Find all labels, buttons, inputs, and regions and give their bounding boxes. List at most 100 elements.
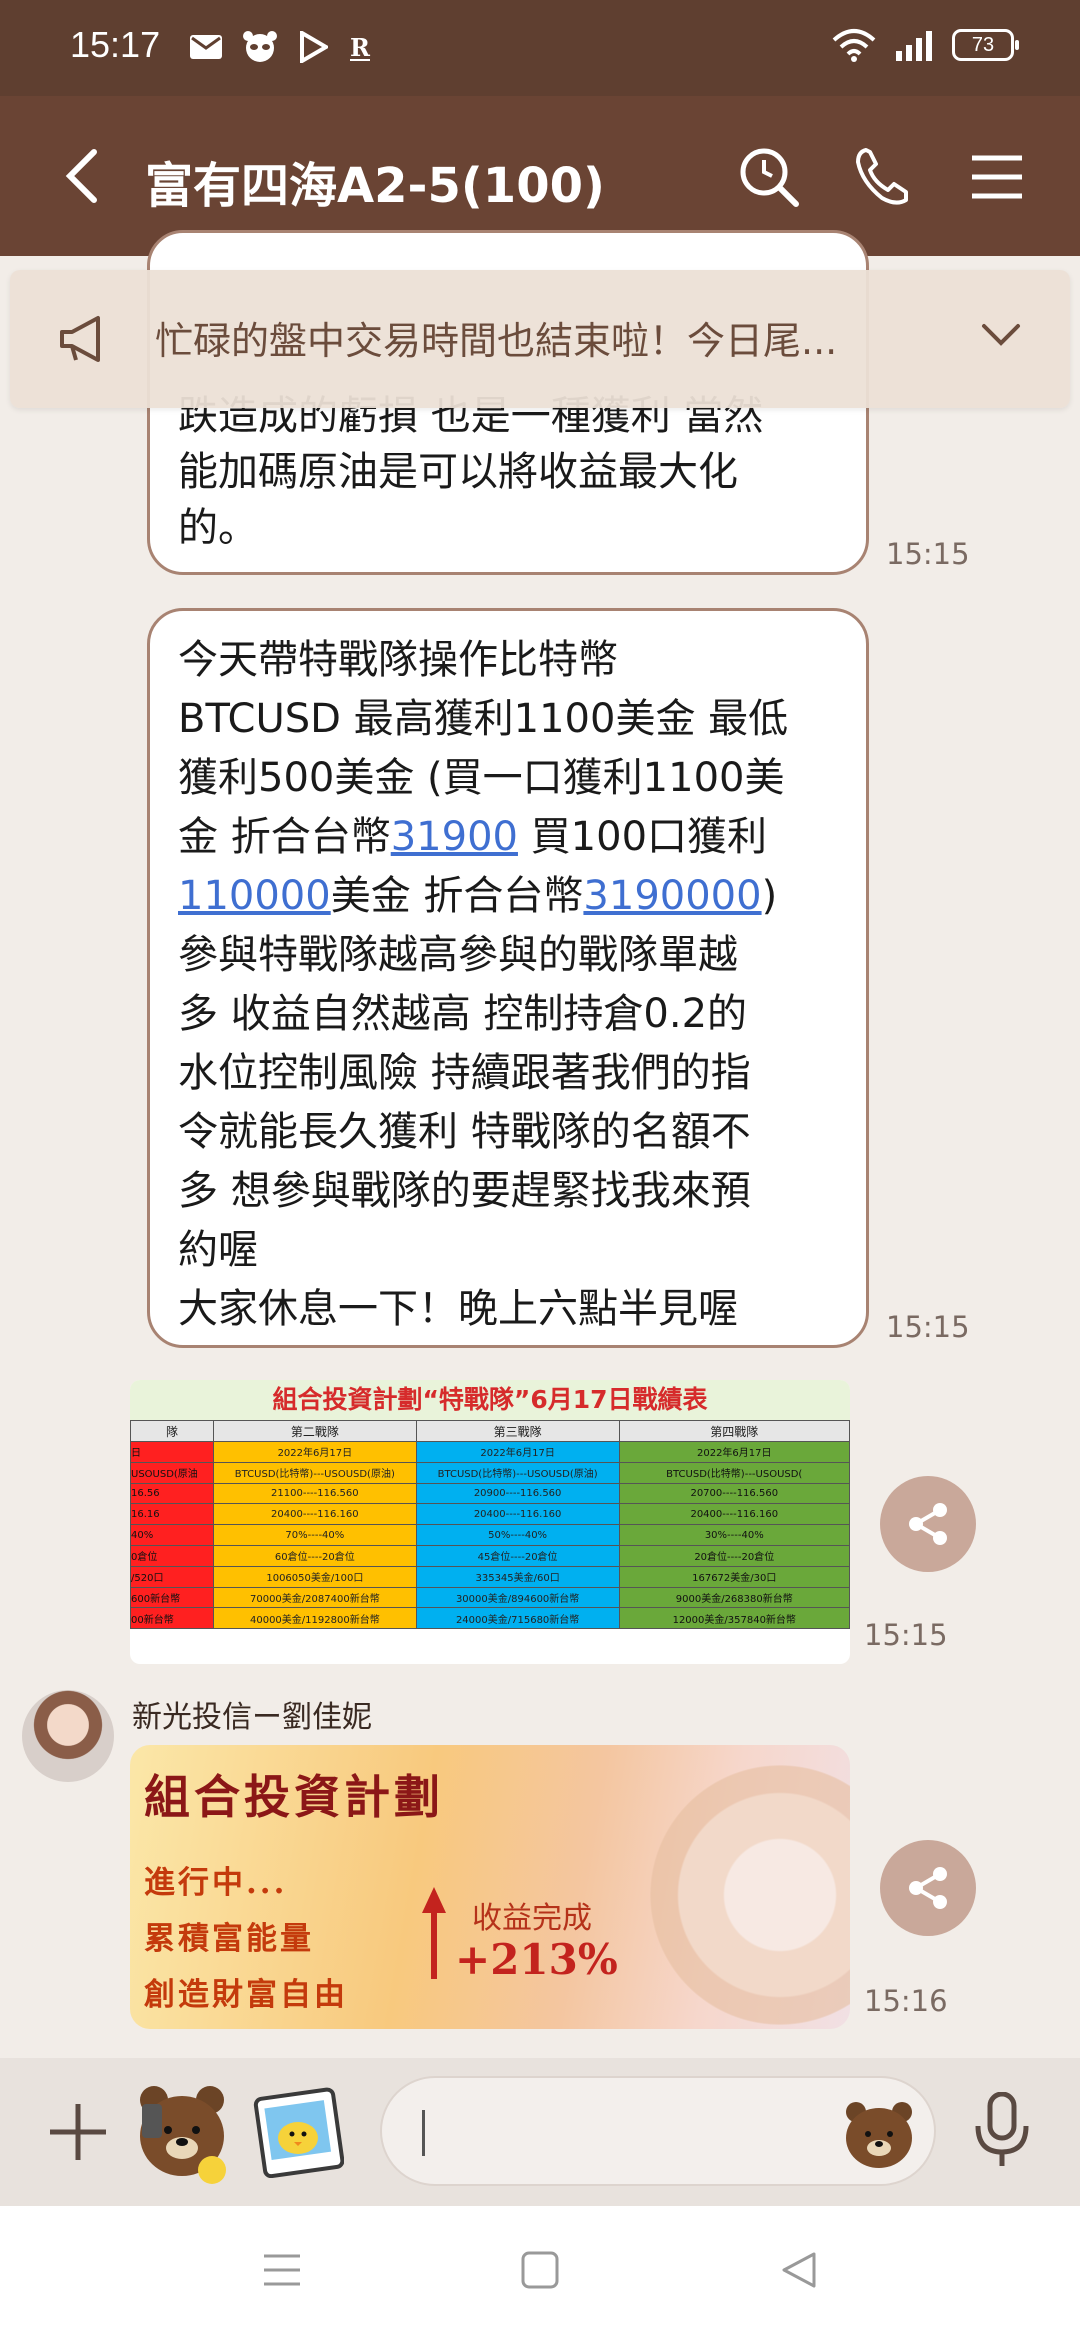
table-row: 16.56 21100----116.560 20900----116.560 207… <box>130 1482 850 1505</box>
table-row: 0倉位 60倉位----20倉位 45倉位----20倉位 20倉位----20倉位 <box>130 1544 850 1567</box>
table-row: 40% 70%----40% 50%----40% 30%----40% <box>130 1524 850 1546</box>
announcement-text: 忙碌的盤中交易時間也結束啦！今日尾... <box>155 319 838 363</box>
share-button[interactable] <box>880 1840 976 1936</box>
table-cell: BTCUSD(比特幣)---USOUSD(原油) <box>415 1461 620 1484</box>
message-input-bar <box>0 2058 1080 2206</box>
promo-line: 累積富能量 <box>144 1921 314 1957</box>
wifi-icon <box>832 29 876 62</box>
number-link[interactable]: 3190000 <box>583 873 761 919</box>
table-header: 第二戰隊 <box>212 1420 417 1442</box>
table-header: 第四戰隊 <box>618 1420 850 1442</box>
message-line: 約喔 <box>178 1227 258 1273</box>
table-cell: 30000美金/894600新台幣 <box>415 1586 620 1609</box>
table-cell: 20倉位----20倉位 <box>618 1544 850 1567</box>
status-bar: 15:17 R 73 <box>0 0 1080 96</box>
back-nav-icon[interactable] <box>778 2250 818 2290</box>
table-cell: 40000美金/1192800新台幣 <box>212 1607 417 1630</box>
message-line: 獲利500美金 (買一口獲利1100美 <box>178 755 785 801</box>
message-bubble-2[interactable]: 今天帶特戰隊操作比特幣 BTCUSD 最高獲利1100美金 最低 獲利500美金… <box>147 608 869 1348</box>
announcement-bar[interactable]: 忙碌的盤中交易時間也結束啦！今日尾... <box>10 270 1070 408</box>
promo-line: 進行中... <box>144 1865 288 1901</box>
microphone-icon[interactable] <box>972 2092 1032 2170</box>
results-table-image[interactable]: 組合投資計劃“特戰隊”6月17日戰績表 隊 第二戰隊 第三戰隊 第四戰隊 日 20… <box>130 1380 850 1664</box>
table-cell: 20400----116.160 <box>415 1503 620 1526</box>
table-cell: /520口 <box>130 1565 214 1588</box>
menu-icon[interactable] <box>966 146 1028 208</box>
plus-icon[interactable] <box>48 2102 108 2162</box>
home-icon[interactable] <box>520 2250 560 2290</box>
table-cell: 12000美金/357840新台幣 <box>618 1607 850 1630</box>
avatar[interactable] <box>22 1690 114 1782</box>
promo-image[interactable]: 組合投資計劃 進行中... 累積富能量 創造財富自由 收益完成 +213% <box>130 1745 850 2029</box>
promo-done-label: 收益完成 <box>472 1901 592 1936</box>
table-cell: 45倉位----20倉位 <box>415 1544 620 1567</box>
table-cell: 335345美金/60口 <box>415 1565 620 1588</box>
number-link[interactable]: 31900 <box>391 814 518 860</box>
message-time: 15:15 <box>886 537 970 571</box>
play-icon <box>300 31 328 63</box>
share-icon <box>909 1867 947 1909</box>
table-cell: 2022年6月17日 <box>415 1441 620 1463</box>
message-input[interactable] <box>380 2076 936 2186</box>
recent-apps-icon[interactable] <box>262 2250 302 2290</box>
table-cell: 21100----116.560 <box>212 1482 417 1505</box>
back-arrow-icon[interactable] <box>58 146 108 206</box>
table-cell: 20400----116.160 <box>618 1503 850 1526</box>
table-cell: 167672美金/30口 <box>618 1565 850 1588</box>
table-cell: 1006050美金/100口 <box>212 1565 417 1588</box>
table-cell: 600新台幣 <box>130 1586 214 1609</box>
table-row: 600新台幣 70000美金/2087400新台幣 30000美金/894600新台… <box>130 1586 850 1609</box>
table-cell: 20900----116.560 <box>415 1482 620 1505</box>
table-cell: 9000美金/268380新台幣 <box>618 1586 850 1609</box>
promo-percent: +213% <box>455 1935 618 1984</box>
table-cell: 20700----116.560 <box>618 1482 850 1505</box>
share-button[interactable] <box>880 1476 976 1572</box>
system-nav-bar <box>0 2206 1080 2340</box>
photo-sticker-icon[interactable] <box>252 2086 344 2178</box>
chevron-down-icon[interactable] <box>980 320 1022 350</box>
table-cell: BTCUSD(比特幣)---USOUSD( <box>618 1461 850 1484</box>
table-cell: 0倉位 <box>130 1544 214 1567</box>
table-cell: USOUSD(原油 <box>130 1461 214 1484</box>
table-cell: 00新台幣 <box>130 1607 214 1630</box>
message-time: 15:15 <box>864 1618 948 1652</box>
sender-name: 新光投信ー劉佳妮 <box>132 1700 372 1735</box>
message-line: 今天帶特戰隊操作比特幣 <box>178 637 618 683</box>
message-time: 15:15 <box>886 1310 970 1344</box>
up-arrow-icon <box>422 1887 446 1979</box>
message-line: 多 收益自然越高 控制持倉0.2的 <box>178 991 748 1037</box>
table-title: 組合投資計劃“特戰隊”6月17日戰績表 <box>130 1380 850 1420</box>
table-row: /520口 1006050美金/100口 335345美金/60口 167672美金/… <box>130 1565 850 1588</box>
status-time: 15:17 <box>70 24 161 65</box>
message-line: 令就能長久獲利 特戰隊的名額不 <box>178 1109 751 1155</box>
clock-graphic <box>650 1765 850 2025</box>
message-line: 大家休息一下！晚上六點半見喔 <box>178 1286 738 1332</box>
message-line: 110000美金 折合台幣3190000) <box>178 873 778 919</box>
message-line: 水位控制風險 持續跟著我們的指 <box>178 1050 751 1096</box>
message-line: 的。 <box>178 505 258 551</box>
mail-icon <box>190 35 222 59</box>
table-cell: 50%----40% <box>415 1524 620 1546</box>
r-icon: R <box>350 33 371 62</box>
table-row: 00新台幣 40000美金/1192800新台幣 24000美金/715680新台幣… <box>130 1607 850 1630</box>
promo-title: 組合投資計劃 <box>144 1770 444 1824</box>
search-icon[interactable] <box>738 146 800 208</box>
table-row: USOUSD(原油 BTCUSD(比特幣)---USOUSD(原油) BTCUSD(… <box>130 1461 850 1484</box>
emoji-bear-icon[interactable] <box>842 2096 916 2170</box>
megaphone-icon <box>60 316 100 362</box>
message-time: 15:16 <box>864 1984 948 2018</box>
phone-icon[interactable] <box>852 146 914 208</box>
battery-indicator: 73 <box>952 29 1019 61</box>
message-line: 能加碼原油是可以將收益最大化 <box>178 449 738 495</box>
signal-icon <box>896 31 932 61</box>
table-cell: 日 <box>130 1441 214 1463</box>
table-header: 隊 <box>130 1420 214 1442</box>
svg-text:R: R <box>350 33 371 62</box>
table-cell: 70000美金/2087400新台幣 <box>212 1586 417 1609</box>
table-row: 16.16 20400----116.160 20400----116.160 204… <box>130 1503 850 1526</box>
panda-icon <box>243 31 277 62</box>
table-cell: 30%----40% <box>618 1524 850 1546</box>
sticker-bear-icon[interactable] <box>132 2078 232 2186</box>
message-line: 多 想參與戰隊的要趕緊找我來預 <box>178 1168 751 1214</box>
number-link[interactable]: 110000 <box>178 873 331 919</box>
